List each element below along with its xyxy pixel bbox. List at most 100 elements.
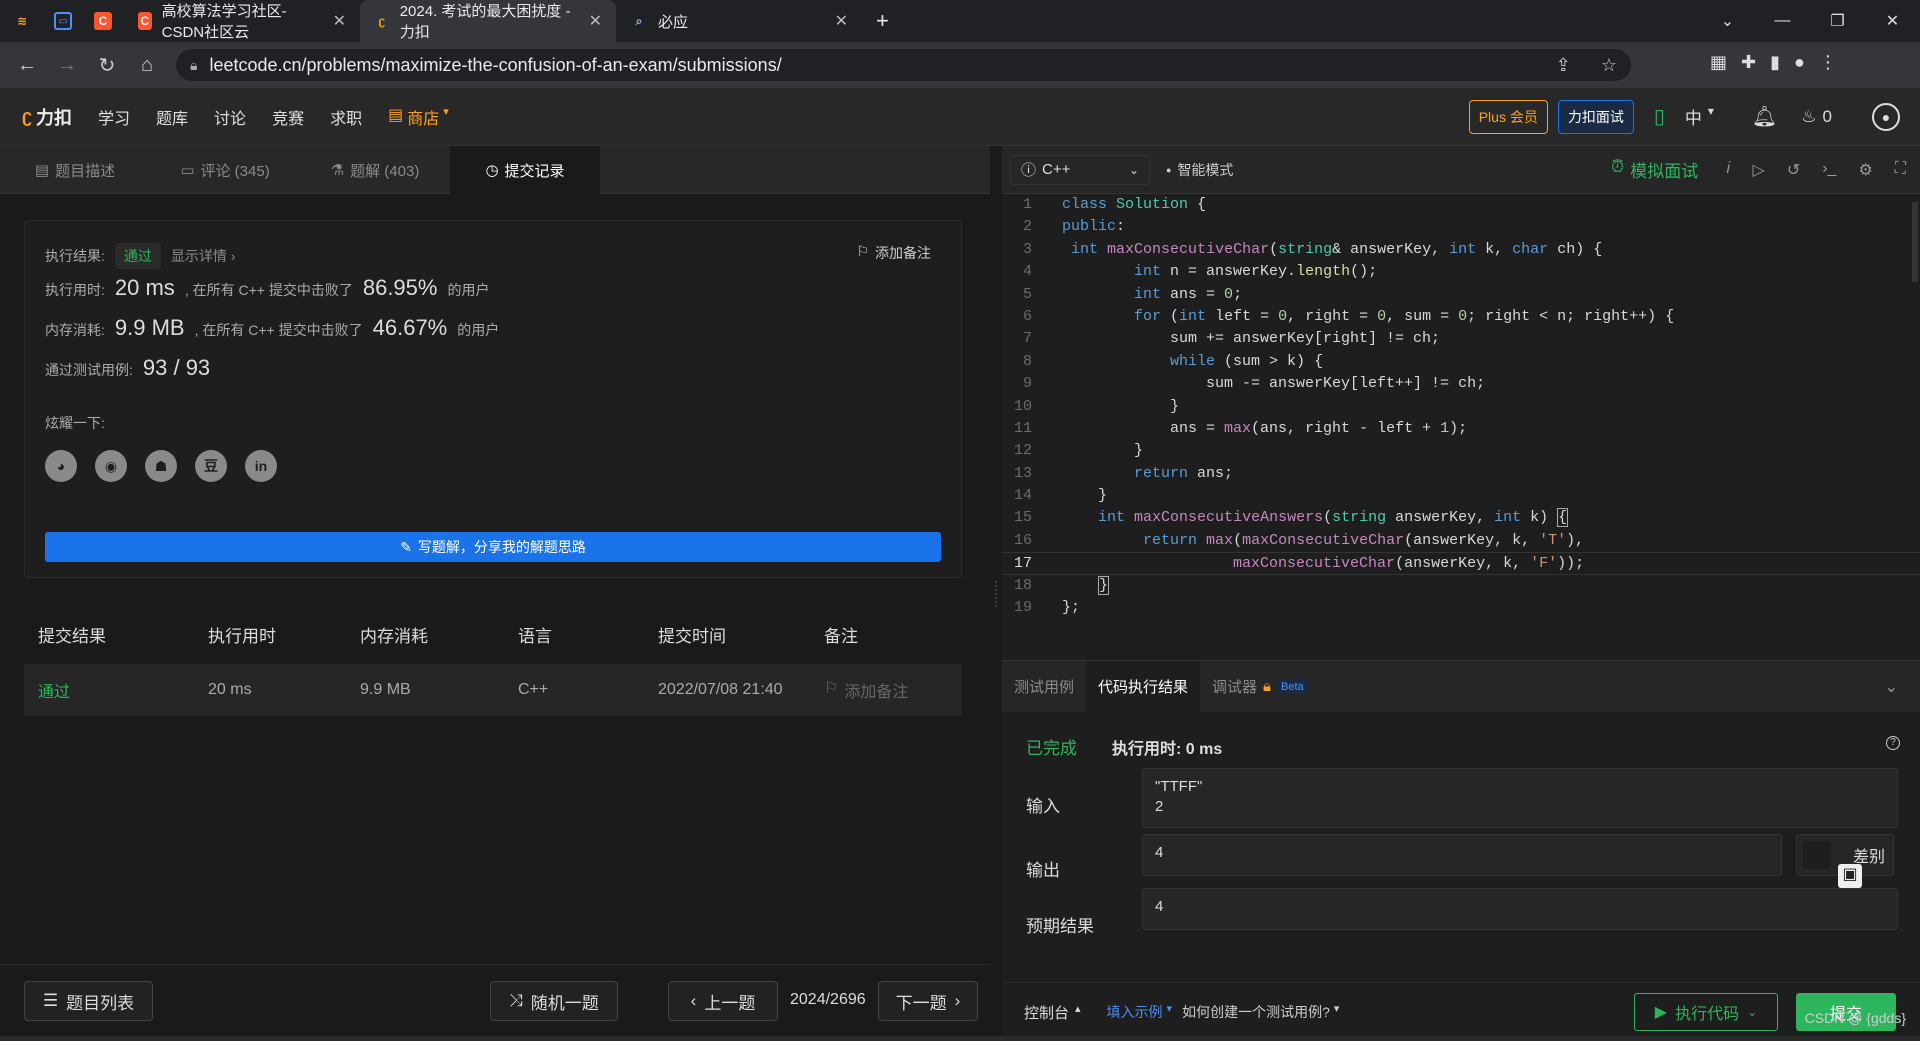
write-solution-button[interactable]: ✎ 写题解，分享我的解题思路: [45, 532, 941, 562]
new-tab-button[interactable]: +: [862, 0, 902, 42]
result-status-line: 执行结果: 通过 显示详情 ›: [45, 243, 235, 269]
qq-icon[interactable]: ☗: [145, 450, 177, 482]
code-line: 12 }: [1013, 442, 1144, 460]
show-detail-link[interactable]: 显示详情 ›: [171, 246, 236, 266]
sidebar-icon[interactable]: ▮: [1770, 52, 1780, 73]
tab-description[interactable]: ▤ 题目描述: [0, 146, 150, 194]
browser-tab-pinned-1[interactable]: ≋: [0, 0, 44, 42]
points-indicator[interactable]: ♨ 0: [1801, 107, 1832, 127]
avatar[interactable]: ●: [1872, 102, 1900, 131]
extension-icon[interactable]: ▦: [1710, 52, 1727, 73]
add-note-button[interactable]: ⚐ 添加备注: [856, 243, 931, 263]
problem-list-button[interactable]: ☰ 题目列表: [24, 981, 153, 1021]
back-icon[interactable]: ←: [7, 54, 47, 77]
row-add-note[interactable]: ⚐ 添加备注: [824, 678, 962, 702]
plus-button[interactable]: Plus 会员: [1468, 99, 1548, 134]
browser-tab-label: 2024. 考试的最大困扰度 - 力扣: [399, 3, 571, 41]
maximize-icon[interactable]: ❐: [1810, 11, 1865, 31]
bell-icon[interactable]: 🔔︎: [1752, 104, 1777, 129]
browser-tab-bing[interactable]: ⌕ 必应 ✕: [616, 0, 862, 42]
prev-problem-button[interactable]: ‹ 上一题: [668, 981, 778, 1021]
close-icon[interactable]: ✕: [589, 11, 602, 31]
browser-tab-csdn[interactable]: C 高校算法学习社区-CSDN社区云 ✕: [124, 0, 360, 42]
tab-run-result[interactable]: 代码执行结果: [1086, 660, 1201, 713]
browser-tab-pinned-3[interactable]: C: [84, 0, 124, 42]
code-editor[interactable]: 1 class Solution { 2 public: 3 int maxCons…: [1002, 194, 1920, 672]
memory-line: 内存消耗: 9.9 MB , 在所有 C++ 提交中击败了 46.67% 的用户: [45, 315, 499, 341]
share-icon[interactable]: ⇪: [1556, 55, 1571, 76]
info-italic-icon[interactable]: 𝑖: [1726, 160, 1730, 180]
mock-interview-label: 模拟面试: [1630, 162, 1699, 181]
nav-discuss[interactable]: 讨论: [214, 105, 246, 129]
mock-interview-button[interactable]: ⏰︎ 模拟面试: [1611, 157, 1698, 182]
nav-problems[interactable]: 题库: [156, 105, 188, 129]
fullscreen-icon[interactable]: ⛶: [1895, 160, 1906, 180]
close-window-icon[interactable]: ✕: [1865, 11, 1920, 31]
smart-mode[interactable]: ● 智能模式: [1166, 160, 1233, 180]
language-select[interactable]: ⓘ C++ ⌄: [1010, 154, 1150, 185]
memory-percentile: 46.67%: [372, 315, 448, 340]
language-switch[interactable]: 中 ▾: [1685, 104, 1714, 129]
next-problem-button[interactable]: 下一题 ›: [878, 981, 978, 1021]
url-field[interactable]: 🔒︎ leetcode.cn/problems/maximize-the-con…: [176, 49, 1631, 81]
logo[interactable]: ʗ 力扣: [22, 104, 72, 130]
reset-icon[interactable]: ↺: [1787, 160, 1800, 180]
leetcode-logo-icon: ʗ: [22, 106, 33, 126]
tab-submissions[interactable]: ◷ 提交记录: [450, 146, 600, 194]
tab-label: 题解 (403): [350, 162, 420, 180]
panel-splitter[interactable]: ⋮ ⋮ ⋮: [990, 146, 1002, 1041]
runtime-users: 的用户: [447, 282, 490, 298]
runtime-text: , 在所有 C++ 提交中击败了: [184, 282, 353, 298]
howto-link[interactable]: 如何创建一个测试用例? ▾: [1182, 1002, 1339, 1022]
tab-solutions[interactable]: ⚗ 题解 (403): [300, 146, 450, 194]
tab-comments[interactable]: ▭ 评论 (345): [150, 146, 300, 194]
close-icon[interactable]: ✕: [333, 11, 346, 31]
home-icon[interactable]: ⌂: [127, 54, 167, 77]
code-line: 9 sum -= answerKey[left++] != ch;: [1022, 375, 1486, 393]
weibo-icon[interactable]: ◉: [95, 450, 127, 482]
tab-testcases[interactable]: 测试用例: [1002, 661, 1086, 713]
douban-icon[interactable]: 豆: [195, 450, 227, 482]
more-icon[interactable]: ⋮: [1819, 52, 1837, 73]
settings-icon[interactable]: ⚙: [1858, 160, 1872, 180]
nav-jobs[interactable]: 求职: [330, 105, 362, 129]
leetcode-icon: ʗ: [378, 14, 386, 28]
tab-debugger[interactable]: 调试器 🔒︎ Beta: [1200, 661, 1320, 713]
profile-icon[interactable]: ●: [1794, 52, 1805, 73]
nav-contest[interactable]: 竞赛: [272, 105, 304, 129]
flame-icon: ≋: [16, 14, 28, 28]
phone-icon[interactable]: ▯: [1654, 104, 1665, 129]
chevron-down-icon[interactable]: ⌄: [1700, 11, 1755, 31]
wechat-icon[interactable]: ◕: [45, 450, 77, 482]
row-result[interactable]: 通过: [24, 678, 208, 702]
nav-store[interactable]: ▤ 商店 ▾: [388, 105, 449, 129]
browser-tab-leetcode[interactable]: ʗ 2024. 考试的最大困扰度 - 力扣 ✕: [360, 0, 616, 42]
linkedin-icon[interactable]: in: [245, 450, 277, 482]
bookmark-icon[interactable]: ▣: [1838, 864, 1862, 888]
site-header: ʗ 力扣 学习 题库 讨论 竞赛 求职 ▤ 商店 ▾ Plus 会员 力扣面试 ▯ 中…: [0, 88, 1920, 146]
forward-icon[interactable]: →: [47, 54, 87, 77]
toggle-switch[interactable]: [1803, 841, 1831, 869]
scrollbar[interactable]: [1912, 202, 1918, 282]
left-footer: ☰ 题目列表 ⤨ 随机一题 ‹ 上一题 2024/2696 下一题 ›: [0, 964, 990, 1041]
reload-icon[interactable]: ↻: [87, 53, 127, 78]
browser-tab-pinned-2[interactable]: ▭: [44, 0, 84, 42]
minimize-icon[interactable]: —: [1755, 12, 1810, 30]
fill-example-link[interactable]: 填入示例 ▾: [1107, 1002, 1173, 1022]
code-line: 7 sum += answerKey[right] != ch;: [1022, 330, 1441, 348]
memory-users: 的用户: [457, 322, 500, 338]
random-problem-button[interactable]: ⤨ 随机一题: [490, 981, 618, 1021]
interview-button[interactable]: 力扣面试: [1557, 99, 1634, 134]
nav-learn[interactable]: 学习: [98, 105, 130, 129]
puzzle-icon[interactable]: ✚: [1741, 52, 1756, 73]
help-icon[interactable]: ?: [1886, 736, 1900, 750]
console-toggle[interactable]: 控制台 ▴: [1024, 1002, 1081, 1023]
run-time: 执行用时: 0 ms: [1112, 741, 1223, 758]
terminal-icon[interactable]: ›_: [1822, 160, 1836, 180]
star-icon[interactable]: ☆: [1601, 55, 1617, 76]
table-row[interactable]: 通过 20 ms 9.9 MB C++ 2022/07/08 21:40 ⚐ 添加…: [24, 664, 962, 716]
close-icon[interactable]: ✕: [835, 11, 848, 31]
chevron-down-icon[interactable]: ⌄: [1885, 677, 1898, 697]
run-code-button[interactable]: ▶ 执行代码 ⌄: [1634, 993, 1778, 1031]
play-icon[interactable]: ▷: [1753, 160, 1765, 180]
